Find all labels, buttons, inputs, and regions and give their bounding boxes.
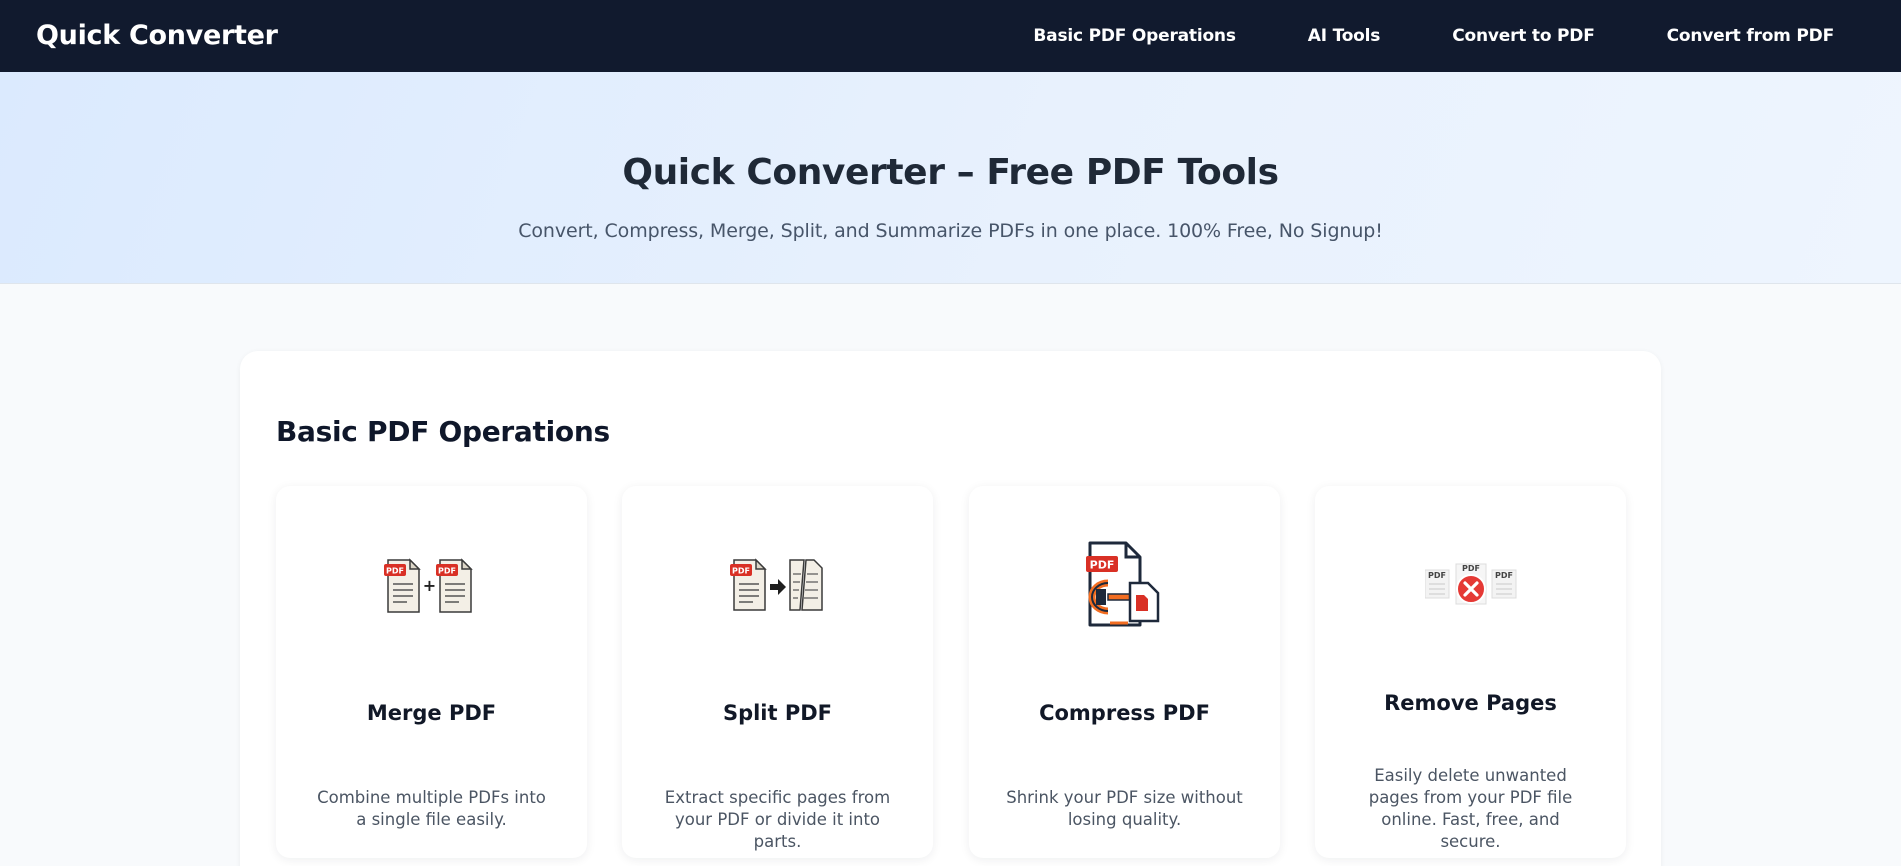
svg-text:PDF: PDF <box>1495 571 1513 580</box>
svg-text:PDF: PDF <box>386 567 404 576</box>
nav-convert-to-pdf[interactable]: Convert to PDF <box>1452 26 1595 46</box>
tool-description: Easily delete unwanted pages from your P… <box>1368 766 1573 851</box>
top-navbar: Quick Converter Basic PDF Operations AI … <box>0 0 1901 72</box>
tool-card-compress-pdf[interactable]: PDF Compress PDF Shrink your PDF size wi… <box>969 486 1280 858</box>
tool-card-merge-pdf[interactable]: PDF PDF + Merge PDF Combine multiple PDF… <box>276 486 587 858</box>
svg-text:PDF: PDF <box>1462 564 1480 573</box>
nav-convert-from-pdf[interactable]: Convert from PDF <box>1667 26 1835 46</box>
split-pdf-icon: PDF <box>622 534 933 634</box>
svg-text:PDF: PDF <box>1428 571 1446 580</box>
remove-pages-icon: PDF PDF PDF <box>1315 534 1626 634</box>
basic-operations-section: Basic PDF Operations PDF PDF + Merge PDF… <box>240 351 1661 866</box>
tool-title: Compress PDF <box>1039 701 1210 725</box>
brand-logo[interactable]: Quick Converter <box>36 20 278 51</box>
section-title: Basic PDF Operations <box>276 415 610 448</box>
nav-basic-pdf-operations[interactable]: Basic PDF Operations <box>1033 26 1236 46</box>
merge-pdf-icon: PDF PDF + <box>276 534 587 634</box>
main-nav: Basic PDF Operations AI Tools Convert to… <box>961 0 1834 72</box>
tool-title: Split PDF <box>722 701 833 725</box>
nav-ai-tools[interactable]: AI Tools <box>1308 26 1381 46</box>
tool-description: Shrink your PDF size without losing qual… <box>1006 788 1243 829</box>
tool-card-remove-pages[interactable]: PDF PDF PDF Remove Pages Easily delete u… <box>1315 486 1626 858</box>
tool-card-split-pdf[interactable]: PDF Split PDF Extract specific pages fro… <box>622 486 933 858</box>
hero-banner: Quick Converter – Free PDF Tools Convert… <box>0 72 1901 284</box>
tool-title: Remove Pages <box>1384 691 1557 715</box>
hero-subtitle: Convert, Compress, Merge, Split, and Sum… <box>518 220 1383 242</box>
svg-text:PDF: PDF <box>438 567 456 576</box>
tool-description: Combine multiple PDFs into a single file… <box>317 788 546 829</box>
svg-text:PDF: PDF <box>1089 559 1114 572</box>
tool-title: Merge PDF <box>366 701 497 725</box>
hero-title: Quick Converter – Free PDF Tools <box>622 152 1279 193</box>
compress-pdf-icon: PDF <box>969 534 1280 634</box>
svg-text:+: + <box>422 576 435 595</box>
svg-text:PDF: PDF <box>732 567 750 576</box>
tool-description: Extract specific pages from your PDF or … <box>664 788 891 851</box>
